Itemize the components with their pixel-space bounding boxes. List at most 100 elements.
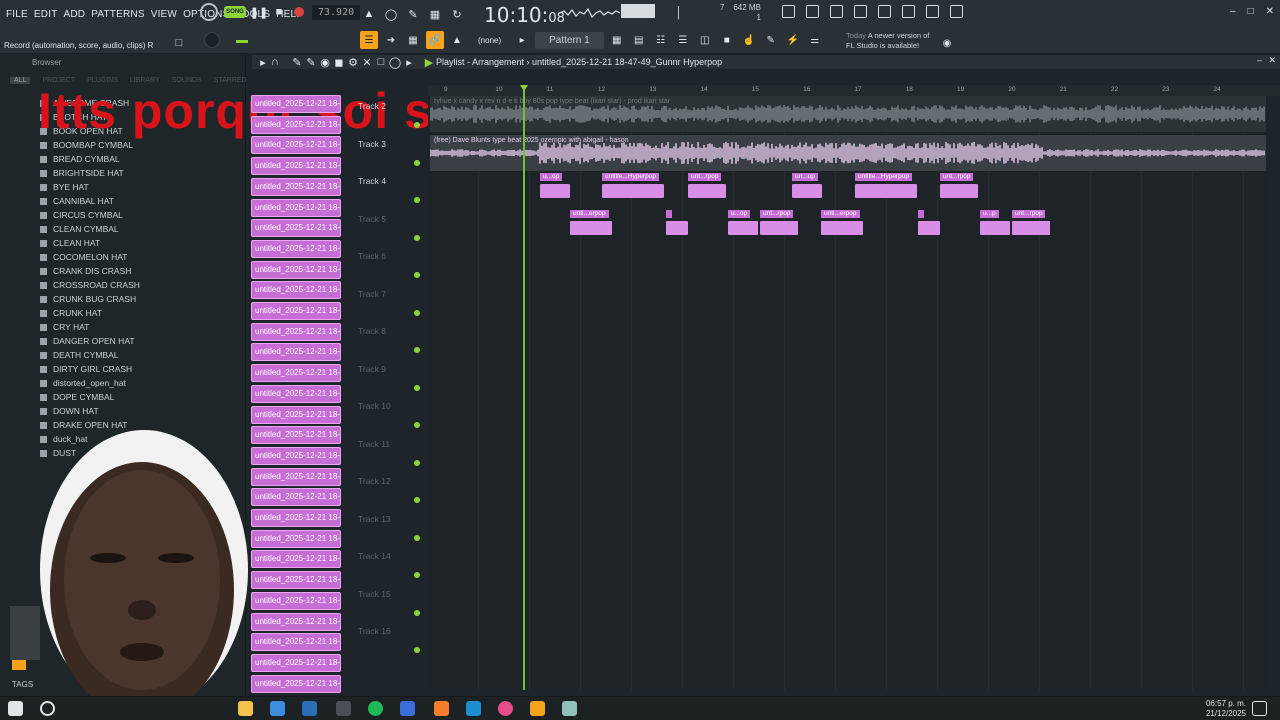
clip-source-item[interactable]: untitled_2025-12-21 18-	[251, 157, 341, 176]
chrome-icon[interactable]	[498, 701, 513, 716]
maximize-icon[interactable]: □	[1248, 6, 1254, 17]
visual-studio-icon[interactable]	[302, 701, 317, 716]
track-header[interactable]: Track 9	[352, 359, 424, 397]
browser-item[interactable]: DEATH CYMBAL	[40, 348, 240, 362]
epic-games-icon[interactable]	[336, 701, 351, 716]
stamp-icon[interactable]: ▲	[448, 31, 466, 49]
pat-song-toggle-icon[interactable]	[200, 3, 218, 21]
magnet-icon[interactable]: ∩	[268, 55, 282, 69]
track-4-clip[interactable]: unt...rpop	[1012, 210, 1050, 240]
track-header[interactable]: Track 6	[352, 246, 424, 284]
plug-icon[interactable]: ⚡	[784, 31, 802, 49]
track-enable-led-icon[interactable]	[414, 572, 420, 578]
windows-start-icon[interactable]	[8, 701, 23, 716]
song-mode-button[interactable]: SONG	[224, 6, 246, 18]
loop-record-icon[interactable]: ↻	[450, 7, 464, 21]
track-3-clip[interactable]: unt...rpop	[688, 173, 726, 203]
clip-source-item[interactable]: untitled_2025-12-21 18-	[251, 115, 341, 134]
undo-history-icon[interactable]	[782, 5, 795, 18]
metronome-icon[interactable]: ▲	[362, 7, 376, 21]
system-clock[interactable]: 06:57 p. m. 21/12/2025	[1206, 699, 1246, 719]
draw-tool-icon[interactable]: ✎	[290, 55, 304, 69]
track-enable-led-icon[interactable]	[414, 159, 420, 166]
timeline-ruler[interactable]: 9 10 11 12 13 14 15 16 17 18 19 20 21 22 23 24	[428, 85, 1280, 96]
clip-source-item[interactable]: untitled_2025-12-21 18-	[251, 488, 341, 507]
master-volume-icon[interactable]: │	[672, 6, 686, 20]
snap-selector[interactable]: (none)	[470, 36, 509, 45]
track-enable-led-icon[interactable]	[414, 309, 420, 316]
browser-item[interactable]: CRUNK BUG CRASH	[40, 292, 240, 306]
menu-edit[interactable]: EDIT	[34, 9, 58, 20]
master-pitch-knob[interactable]	[204, 32, 220, 48]
clip-source-item[interactable]: untitled_2025-12-21 18-	[251, 219, 341, 238]
close-icon[interactable]: ✕	[1266, 6, 1274, 17]
mute-tool-icon[interactable]: ◼	[332, 55, 346, 69]
clip-source-item[interactable]: untitled_2025-12-21 18-	[251, 343, 341, 362]
channel-rack-icon[interactable]: ▦	[404, 31, 422, 49]
clip-source-item[interactable]: untitled_2025-12-21 18-	[251, 509, 341, 527]
track-enable-led-icon[interactable]	[414, 347, 420, 353]
track-1-audio-clip[interactable]: ryhue x candy x rev n d e ti boy 80s pop…	[429, 96, 1266, 132]
clip-source-item[interactable]: untitled_2025-12-21 18-	[251, 529, 341, 548]
clip-source-item[interactable]: untitled_2025-12-21 18-	[251, 95, 341, 113]
track-header[interactable]: Track 15	[352, 584, 424, 622]
track-4-clip[interactable]: unt...rpop	[760, 210, 798, 240]
app-icon[interactable]	[400, 701, 415, 716]
hint-panel-icon[interactable]: □	[172, 36, 186, 50]
playhead-marker-icon[interactable]	[520, 85, 528, 91]
clip-source-item[interactable]: untitled_2025-12-21 18-	[251, 177, 341, 196]
browser-item[interactable]: DANGER OPEN HAT	[40, 334, 240, 348]
playback-tool-icon[interactable]: ▸	[402, 55, 416, 69]
cart-icon[interactable]: ⚌	[806, 31, 824, 49]
paint-tool-icon[interactable]: ✎	[304, 55, 318, 69]
track-3-clip[interactable]: u...op	[540, 173, 570, 203]
track-header[interactable]: Track 10	[352, 396, 424, 434]
track-enable-led-icon[interactable]	[414, 497, 420, 503]
track-enable-led-icon[interactable]	[414, 609, 420, 616]
blender-icon[interactable]	[434, 701, 449, 716]
browser-item[interactable]: DOPE CYMBAL	[40, 390, 240, 404]
news-panel[interactable]: Today A newer version of FL Studio is av…	[846, 31, 929, 51]
track-header[interactable]: Track 14	[352, 546, 424, 584]
notification-icon[interactable]	[1252, 701, 1267, 716]
browser-item[interactable]: CRANK DIS CRASH	[40, 264, 240, 278]
track-header[interactable]: Track 11	[352, 434, 424, 472]
browser-item[interactable]: CRUNK HAT	[40, 306, 240, 320]
app-icon-2[interactable]	[562, 701, 577, 716]
track-header[interactable]: Track 13	[352, 509, 424, 547]
clip-source-item[interactable]: untitled_2025-12-21 18-	[251, 612, 341, 631]
slice-tool-icon[interactable]: ✕	[360, 55, 374, 69]
master-volume-slider[interactable]	[236, 40, 248, 43]
clip-source-item[interactable]: untitled_2025-12-21 18-	[251, 446, 341, 465]
file-explorer-icon[interactable]	[238, 701, 253, 716]
brush-icon[interactable]: ✎	[762, 31, 780, 49]
pattern-prev-icon[interactable]: ▸	[513, 31, 531, 49]
clip-source-item[interactable]: untitled_2025-12-21 18-	[251, 467, 341, 486]
track-2-audio-clip[interactable]: (free) Dave Blunts type beat 2025 ozempi…	[429, 135, 1266, 171]
track-enable-led-icon[interactable]	[414, 197, 420, 203]
menu-view[interactable]: VIEW	[151, 9, 177, 20]
track-4-clip[interactable]: unti...erpop	[570, 210, 612, 240]
track-enable-led-icon[interactable]	[414, 534, 420, 541]
browser-item[interactable]: CRY HAT	[40, 320, 240, 334]
clip-source-item[interactable]: untitled_2025-12-21 18-	[251, 260, 341, 279]
menu-file[interactable]: FILE	[6, 9, 28, 20]
clip-source-item[interactable]: untitled_2025-12-21 18-	[251, 136, 341, 155]
menu-add[interactable]: ADD	[64, 9, 86, 20]
clip-source-item[interactable]: untitled_2025-12-21 18-	[251, 550, 341, 569]
track-enable-led-icon[interactable]	[414, 647, 420, 653]
tempo-display[interactable]: 73.920	[312, 4, 361, 20]
browser-tab-all[interactable]: ALL	[10, 77, 31, 84]
search-icon[interactable]	[40, 701, 55, 716]
pattern-selector[interactable]: Pattern 1	[535, 31, 604, 49]
playhead-line[interactable]	[523, 85, 525, 690]
track-enable-led-icon[interactable]	[414, 459, 420, 466]
playlist-minimize-icon[interactable]: –	[1257, 55, 1262, 65]
step-edit-icon[interactable]: ▦	[428, 7, 442, 21]
playlist-close-icon[interactable]: ✕	[1268, 55, 1276, 66]
track-header[interactable]: Track 3	[352, 134, 424, 172]
tools-icon[interactable]	[806, 5, 819, 18]
browser-item[interactable]: BOOMBAP CYMBAL	[40, 138, 240, 152]
track-header[interactable]: Track 16	[352, 621, 424, 659]
globe-icon[interactable]: ◉	[938, 34, 956, 52]
